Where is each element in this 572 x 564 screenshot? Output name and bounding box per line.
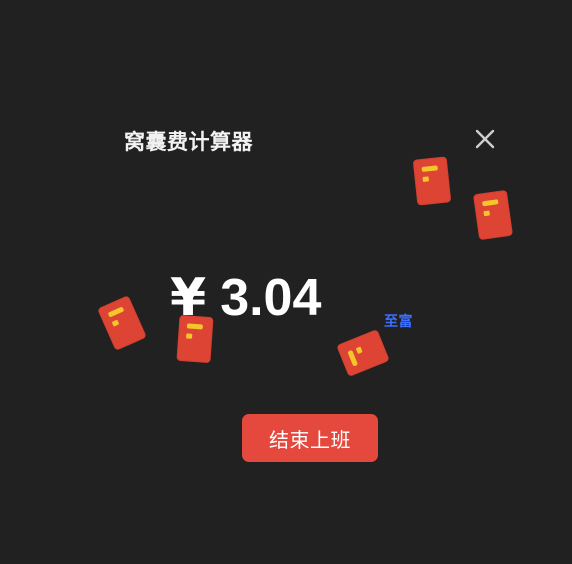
- red-envelope-icon: [336, 328, 390, 378]
- close-icon: [475, 129, 495, 149]
- earnings-amount: 3.04: [220, 269, 322, 327]
- red-envelope-icon: [412, 156, 452, 206]
- calculator-window: 窝囊费计算器 ¥3.04 至富 结束上班: [0, 0, 572, 564]
- status-badge: 至富: [384, 314, 413, 330]
- red-envelope-icon: [97, 295, 147, 351]
- red-envelope-icon: [176, 314, 214, 364]
- close-button[interactable]: [468, 122, 502, 156]
- red-envelope-icon: [472, 189, 514, 241]
- window-title: 窝囊费计算器: [124, 130, 253, 154]
- end-work-button[interactable]: 结束上班: [242, 414, 378, 462]
